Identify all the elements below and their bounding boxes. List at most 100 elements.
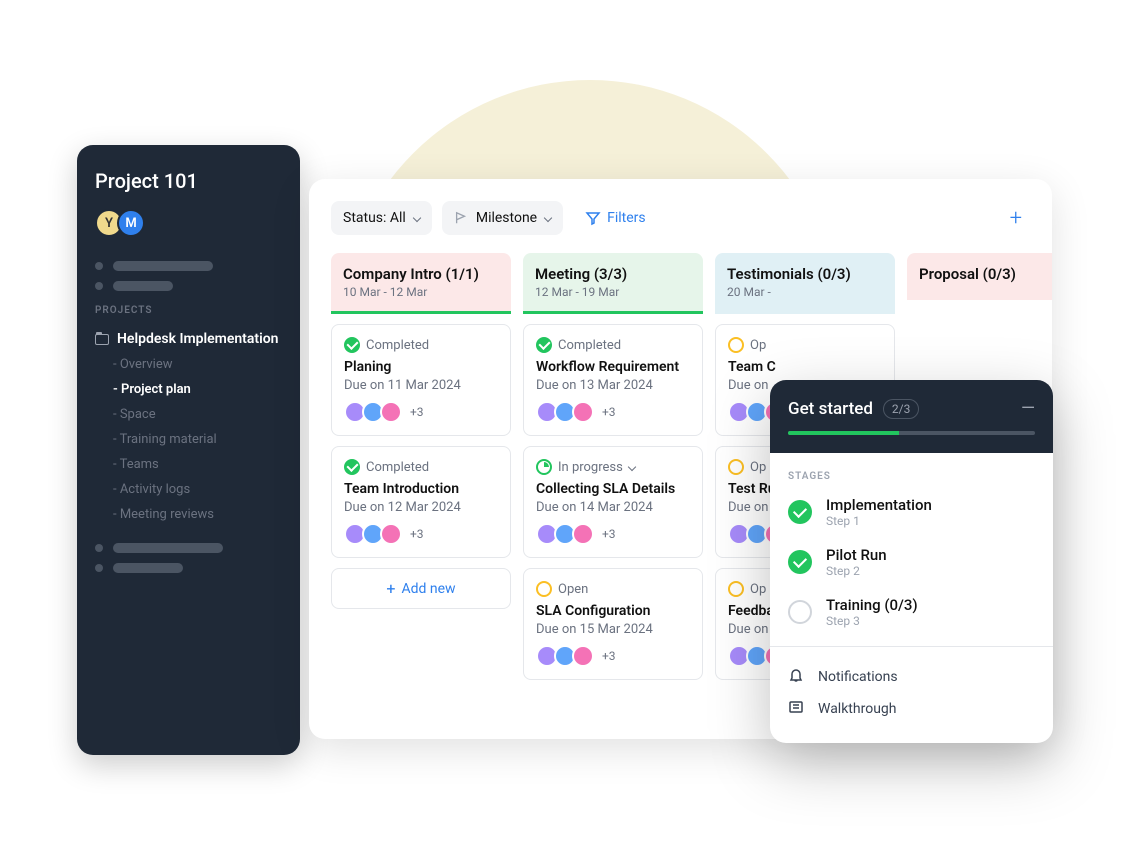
avatar[interactable] [572,523,594,545]
status-icon [536,581,552,597]
card-due: Due on 14 Mar 2024 [536,500,690,515]
card-due: Due on 11 Mar 2024 [344,378,498,393]
add-column-button[interactable]: + [1002,202,1030,235]
flag-icon [454,211,468,225]
task-card[interactable]: Completed Team Introduction Due on 12 Mar … [331,446,511,558]
status-filter[interactable]: Status: All [331,201,432,235]
status-icon [728,337,744,353]
extra-count: +3 [410,527,424,541]
extra-count: +3 [602,405,616,419]
avatar[interactable] [380,401,402,423]
card-title: Planing [344,359,498,375]
chevron-down-icon [413,214,421,222]
column-dates: 20 Mar - [727,285,883,299]
task-card[interactable]: Open SLA Configuration Due on 15 Mar 2024 +… [523,568,703,680]
status-label: Op [750,338,766,353]
status-label: Op [750,460,766,475]
card-title: Team Introduction [344,481,498,497]
toolbar: Status: All Milestone Filters + [331,201,1030,235]
card-title: Team C [728,359,882,375]
stage-name: Training (0/3) [826,596,918,614]
sidebar-item[interactable]: - Project plan [113,377,282,402]
sidebar-item[interactable]: - Activity logs [113,477,282,502]
sidebar-item[interactable]: - Space [113,402,282,427]
progress-bar [788,431,1035,435]
column-header[interactable]: Proposal (0/3) [907,253,1052,300]
column-header[interactable]: Company Intro (1/1) 10 Mar - 12 Mar [331,253,511,314]
minimize-button[interactable]: — [1021,398,1035,419]
panel-link-bell[interactable]: Notifications [788,661,1035,693]
stage-item[interactable]: Pilot RunStep 2 [788,546,1035,578]
sidebar-item[interactable]: - Teams [113,452,282,477]
assignees: +3 [344,401,498,423]
status-label: Completed [366,460,429,475]
link-label: Walkthrough [818,701,896,717]
column-dates: 10 Mar - 12 Mar [343,285,499,299]
stage-step: Step 2 [826,564,887,578]
avatar[interactable] [572,401,594,423]
chevron-down-icon [544,214,552,222]
sidebar-item[interactable]: - Meeting reviews [113,502,282,527]
projects-section-label: PROJECTS [95,305,282,316]
status-icon [344,337,360,353]
progress-badge: 2/3 [883,399,919,419]
stage-item[interactable]: ImplementationStep 1 [788,496,1035,528]
card-title: Workflow Requirement [536,359,690,375]
assignees: +3 [344,523,498,545]
avatar[interactable] [380,523,402,545]
card-title: SLA Configuration [536,603,690,619]
add-new-button[interactable]: + Add new [331,568,511,609]
check-icon [788,550,812,574]
column-title: Proposal (0/3) [919,265,1052,283]
status-icon [536,337,552,353]
avatar[interactable]: M [117,209,145,237]
sidebar: Project 101 Y M PROJECTS Helpdesk Implem… [77,145,300,755]
task-card[interactable]: Completed Workflow Requirement Due on 13 M… [523,324,703,436]
card-title: Collecting SLA Details [536,481,690,497]
sidebar-item[interactable]: - Overview [113,352,282,377]
sidebar-title: Project 101 [95,169,282,193]
link-label: Notifications [818,669,898,685]
circle-icon [788,600,812,624]
project-name-label: Helpdesk Implementation [117,331,279,347]
task-card[interactable]: CompletedPlaningDue on 11 Mar 2024+3 [331,324,511,436]
folder-icon [95,334,109,345]
column-title: Meeting (3/3) [535,265,691,283]
extra-count: +3 [602,649,616,663]
stage-item[interactable]: Training (0/3)Step 3 [788,596,1035,628]
card-due: Due on 13 Mar 2024 [536,378,690,393]
status-icon [728,459,744,475]
status-label: Completed [558,338,621,353]
assignees: +3 [536,523,690,545]
column-title: Company Intro (1/1) [343,265,499,283]
extra-count: +3 [410,405,424,419]
list-icon [788,699,804,719]
assignees: +3 [536,645,690,667]
status-label: In progress [558,460,623,475]
funnel-icon [585,210,601,226]
status-icon [728,581,744,597]
check-icon [788,500,812,524]
column-header[interactable]: Testimonials (0/3) 20 Mar - [715,253,895,314]
sidebar-project[interactable]: Helpdesk Implementation [95,326,282,352]
panel-title: Get started [788,399,873,419]
column-dates: 12 Mar - 19 Mar [535,285,691,299]
milestone-filter-label: Milestone [476,210,537,226]
card-due: Due on 12 Mar 2024 [344,500,498,515]
extra-count: +3 [602,527,616,541]
status-filter-label: Status: All [343,210,406,226]
sidebar-item[interactable]: - Training material [113,427,282,452]
status-label: Open [558,582,588,597]
milestone-filter[interactable]: Milestone [442,201,563,235]
stage-step: Step 1 [826,514,932,528]
stage-step: Step 3 [826,614,918,628]
panel-link-list[interactable]: Walkthrough [788,693,1035,725]
status-label: Op [750,582,766,597]
filters-button[interactable]: Filters [573,201,658,235]
task-card[interactable]: In progress Collecting SLA Details Due on… [523,446,703,558]
avatar[interactable] [572,645,594,667]
column-title: Testimonials (0/3) [727,265,883,283]
column-header[interactable]: Meeting (3/3) 12 Mar - 19 Mar [523,253,703,314]
card-due: Due on 15 Mar 2024 [536,622,690,637]
bell-icon [788,667,804,687]
